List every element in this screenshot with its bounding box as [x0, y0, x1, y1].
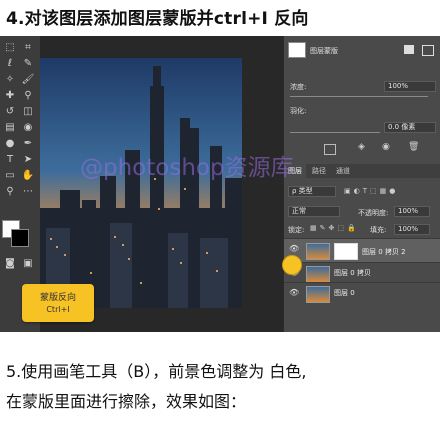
fill-label: 填充: — [370, 226, 387, 234]
density-slider[interactable] — [290, 96, 428, 97]
city-skyline-photo — [40, 58, 242, 308]
layers-empty-area — [284, 304, 440, 332]
eyedropper-tool-icon[interactable]: ✎ — [21, 58, 35, 70]
lock-icons[interactable]: ▦✎✥⬚🔒 — [310, 224, 359, 232]
background-color-swatch[interactable] — [11, 229, 29, 247]
step-5-line-1: 5.使用画笔工具（B），前景色调整为 白色, — [6, 362, 307, 381]
history-brush-tool-icon[interactable]: ↺ — [3, 106, 17, 118]
visibility-eye-icon[interactable]: 👁 — [289, 289, 299, 297]
fill-value[interactable]: 100% — [394, 224, 430, 235]
delete-mask-icon[interactable]: 🗑 — [408, 142, 419, 152]
pen-tool-icon[interactable]: ✒ — [21, 138, 35, 150]
quick-mask-icon[interactable]: ◙ — [3, 258, 17, 270]
blur-tool-icon[interactable]: ◉ — [21, 122, 35, 134]
watermark-text: @photoshop资源库 — [80, 155, 294, 181]
pointer-highlight — [282, 255, 302, 275]
feather-label: 羽化: — [290, 107, 307, 115]
dodge-tool-icon[interactable]: ● — [3, 138, 17, 150]
marquee-tool-icon[interactable]: ⬚ — [3, 42, 17, 54]
more-tools-icon[interactable]: ⋯ — [21, 186, 35, 198]
mask-thumbnail — [288, 42, 306, 58]
step-4-title: 4.对该图层添加图层蒙版并ctrl+I 反向 — [6, 9, 309, 29]
eraser-tool-icon[interactable]: ◫ — [21, 106, 35, 118]
stamp-tool-icon[interactable]: ⚲ — [21, 90, 35, 102]
layer-mask-thumbnail[interactable] — [334, 243, 358, 260]
density-label: 浓度: — [290, 83, 307, 91]
layer-thumbnail — [306, 266, 330, 283]
vector-mask-icon[interactable] — [422, 45, 434, 56]
blend-mode-select[interactable]: 正常 — [288, 206, 340, 217]
layer-name: 图层 0 — [334, 289, 355, 297]
right-panels: 图层蒙版 浓度: 100% 羽化: 0.0 像素 ◈ ◉ 🗑 图层 路径 通道 … — [283, 36, 440, 332]
screen-mode-icon[interactable]: ▣ — [21, 258, 35, 270]
feather-slider[interactable] — [290, 132, 380, 133]
callout-shortcut: Ctrl+I — [46, 305, 70, 314]
tab-paths[interactable]: 路径 — [308, 164, 330, 178]
layer-row[interactable]: 👁 图层 0 — [284, 282, 440, 303]
properties-title: 图层蒙版 — [310, 47, 338, 55]
magic-wand-tool-icon[interactable]: ✧ — [3, 74, 17, 86]
density-value[interactable]: 100% — [384, 81, 436, 92]
opacity-label: 不透明度: — [358, 209, 389, 217]
hand-tool-icon[interactable]: ✋ — [21, 170, 35, 182]
step-5-line-2: 在蒙版里面进行擦除，效果如图： — [6, 392, 247, 411]
tab-channels[interactable]: 通道 — [332, 164, 354, 178]
opacity-value[interactable]: 100% — [394, 206, 430, 217]
layer-row[interactable]: 👁 图层 0 拷贝 — [284, 262, 440, 283]
brush-tool-icon[interactable]: 🖌 — [21, 74, 35, 86]
shape-tool-icon[interactable]: ▭ — [3, 170, 17, 182]
crop-tool-icon[interactable]: ⌗ — [21, 42, 35, 54]
zoom-tool-icon[interactable]: ⚲ — [3, 186, 17, 198]
layer-name: 图层 0 拷贝 2 — [362, 248, 406, 256]
foreground-background-colors[interactable] — [2, 220, 36, 250]
layer-thumbnail — [306, 286, 330, 303]
path-select-tool-icon[interactable]: ➤ — [21, 154, 35, 166]
lasso-tool-icon[interactable]: ℓ — [3, 58, 17, 70]
layer-name: 图层 0 拷贝 — [334, 269, 371, 277]
layer-filter-select[interactable]: ρ 类型 — [288, 186, 336, 197]
healing-tool-icon[interactable]: ✚ — [3, 90, 17, 102]
gradient-tool-icon[interactable]: ▤ — [3, 122, 17, 134]
type-tool-icon[interactable]: T — [3, 154, 17, 166]
filter-icons[interactable]: ▣◐T⬚▦● — [344, 187, 398, 195]
feather-value[interactable]: 0.0 像素 — [384, 122, 436, 133]
layer-row[interactable]: 👁 图层 0 拷贝 2 — [284, 238, 440, 263]
callout-label: 蒙版反向 — [39, 293, 76, 303]
layers-panel-tabs: 图层 路径 通道 — [284, 164, 440, 178]
layer-thumbnail — [306, 243, 330, 260]
apply-mask-icon[interactable]: ◈ — [358, 142, 365, 152]
load-selection-icon[interactable] — [324, 144, 336, 155]
mask-invert-callout: 蒙版反向 Ctrl+I — [22, 284, 94, 322]
lock-label: 锁定: — [288, 226, 305, 234]
pixel-mask-icon[interactable] — [404, 45, 414, 54]
mask-visibility-icon[interactable]: ◉ — [382, 142, 390, 152]
visibility-eye-icon[interactable]: 👁 — [289, 245, 299, 253]
